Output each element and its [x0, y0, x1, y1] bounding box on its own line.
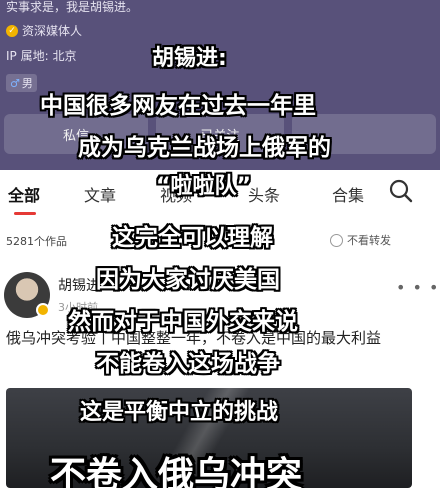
caption-line: 这是平衡中立的挑战 — [80, 400, 279, 425]
certification-label: 资深媒体人 — [22, 24, 83, 38]
ip-location: IP 属地: 北京 — [6, 49, 77, 63]
radio-icon[interactable] — [330, 233, 343, 247]
post-author[interactable]: 胡锡进 — [58, 275, 100, 295]
caption-line: 因为大家讨厌美国 — [96, 267, 280, 293]
gender-label: 男 — [21, 77, 33, 90]
tab-collections[interactable]: 合集 — [332, 182, 364, 206]
caption-line: “啦啦队” — [156, 174, 251, 199]
tab-headlines[interactable]: 头条 — [248, 182, 280, 206]
tab-articles[interactable]: 文章 — [84, 182, 116, 206]
certification-row: ✓ 资深媒体人 — [6, 22, 82, 39]
male-icon: ♂ — [10, 76, 20, 90]
caption-line: 中国很多网友在过去一年里 — [40, 93, 316, 119]
active-tab-indicator — [14, 212, 36, 215]
headline-caption: 不卷入俄乌冲突 — [50, 455, 303, 488]
works-count: 5281个作品 — [6, 235, 67, 248]
caption-line: 成为乌克兰战场上俄军的 — [78, 135, 331, 161]
caption-line: 不能卷入这场战争 — [96, 351, 280, 377]
verified-badge-icon: ✓ — [6, 24, 18, 37]
caption-line: 胡锡进: — [152, 46, 227, 71]
avatar-verified-icon — [36, 303, 50, 317]
hide-reposts-toggle[interactable]: 不看转发 — [330, 232, 391, 248]
gender-tag: ♂ 男 — [6, 74, 37, 92]
caption-line: 这完全可以理解 — [112, 225, 273, 251]
caption-line: 然而对于中国外交来说 — [68, 309, 298, 335]
profile-bio: 实事求是，我是胡锡进。 — [6, 0, 139, 14]
search-icon[interactable] — [388, 178, 414, 204]
hide-reposts-label: 不看转发 — [347, 234, 391, 247]
more-options-icon[interactable]: • • • — [396, 278, 439, 297]
tab-all[interactable]: 全部 — [8, 182, 40, 206]
